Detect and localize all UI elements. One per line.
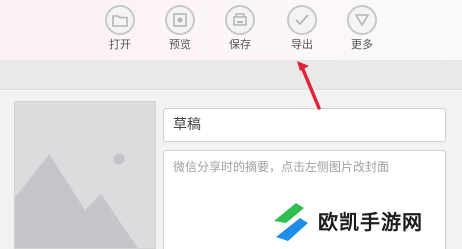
preview-button[interactable]: 预览 <box>158 5 202 57</box>
export-check-icon <box>287 5 317 35</box>
more-label: 更多 <box>351 38 373 51</box>
save-label: 保存 <box>229 38 251 51</box>
more-triangle-icon <box>347 5 377 35</box>
export-button[interactable]: 导出 <box>280 5 324 57</box>
watermark-text: 欧凯手游网 <box>318 210 423 234</box>
title-input[interactable]: 草稿 <box>163 108 446 142</box>
tab-bar <box>0 60 462 90</box>
open-label: 打开 <box>109 38 131 51</box>
more-button[interactable]: 更多 <box>340 5 384 57</box>
save-button[interactable]: 保存 <box>218 5 262 57</box>
toolbar: 打开 预览 保存 导出 更多 <box>0 0 462 60</box>
watermark-logo-icon <box>274 203 308 241</box>
export-label: 导出 <box>291 38 313 51</box>
save-icon <box>225 5 255 35</box>
open-button[interactable]: 打开 <box>98 5 142 57</box>
watermark: 欧凯手游网 <box>268 200 423 244</box>
cover-image[interactable] <box>14 101 156 249</box>
folder-icon <box>105 5 135 35</box>
preview-icon <box>165 5 195 35</box>
image-placeholder-icon <box>15 153 138 248</box>
preview-label: 预览 <box>169 38 191 51</box>
